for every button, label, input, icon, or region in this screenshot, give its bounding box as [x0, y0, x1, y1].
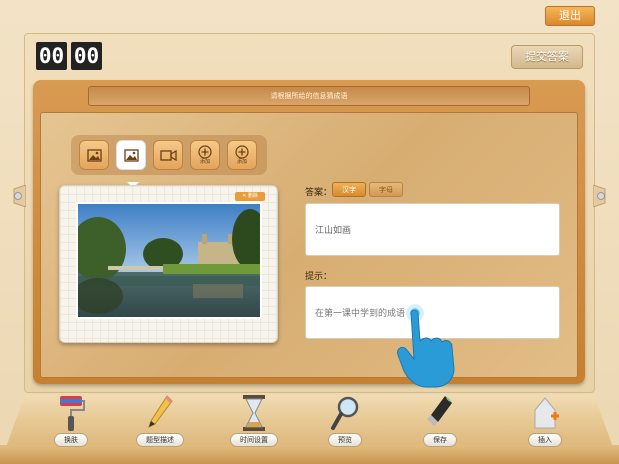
hourglass-icon: [243, 395, 265, 431]
paint-roller-icon: [60, 396, 85, 431]
media-toolbar: 添加 添加: [71, 135, 267, 175]
image-tool-button[interactable]: [79, 140, 109, 170]
video-icon: [159, 149, 177, 161]
delete-photo-button[interactable]: ✕ 删除: [235, 192, 265, 201]
answer-label: 答案：: [305, 188, 333, 198]
image-tool-button-active[interactable]: [116, 140, 146, 170]
insert-icon: [534, 397, 559, 429]
answer-input[interactable]: 江山如画: [305, 203, 560, 256]
delete-photo-label: 删除: [247, 193, 258, 199]
pencil-icon: [148, 395, 173, 428]
add-media-button-2[interactable]: 添加: [227, 140, 257, 170]
river-landscape-image: [78, 204, 260, 317]
photo-card: ✕ 删除: [59, 185, 278, 343]
skin-button[interactable]: 换肤: [36, 392, 106, 447]
preview-label: 预览: [328, 433, 362, 447]
question-panel: 添加 添加 ✕ 删除 答案： 汉字 字母 江山如画 提示： 在第一课中学到的成语: [40, 112, 578, 388]
insert-label: 插入: [528, 433, 562, 447]
touch-hand-icon: [397, 304, 455, 388]
right-frame-knob: [593, 185, 606, 207]
save-button[interactable]: 保存: [405, 392, 475, 447]
left-frame-knob: [13, 185, 26, 207]
hint-label: 提示：: [305, 272, 333, 282]
preview-button[interactable]: 预览: [310, 392, 380, 447]
timer: 00 00: [36, 42, 102, 70]
add-media-button[interactable]: 添加: [190, 140, 220, 170]
plus-circle-icon: [198, 145, 212, 159]
usb-drive-icon: [427, 396, 452, 426]
skin-button-label: 换肤: [54, 433, 88, 447]
magnifier-icon: [331, 396, 359, 430]
question-photo[interactable]: [76, 202, 262, 319]
submit-answer-button[interactable]: 提交答案: [511, 45, 583, 69]
add-media-label-2: 添加: [236, 159, 247, 165]
tab-pinyin[interactable]: 字母: [369, 182, 403, 197]
tab-chinese[interactable]: 汉字: [332, 182, 366, 197]
add-media-label: 添加: [199, 159, 210, 165]
plus-circle-icon: [235, 145, 249, 159]
question-prompt: 请根据所给的信息猜成语: [88, 86, 530, 106]
answer-type-tabs: 汉字 字母: [332, 182, 403, 197]
image-icon: [123, 148, 139, 162]
save-label: 保存: [423, 433, 457, 447]
question-frame: 请根据所给的信息猜成语 添加 添加 ✕ 删除 答案： 汉字 字母 江山如画 提示…: [33, 80, 585, 388]
question-type-button[interactable]: 题型描述: [125, 392, 195, 447]
timer-seconds: 00: [71, 42, 102, 70]
video-tool-button[interactable]: [153, 140, 183, 170]
time-settings-label: 时间设置: [230, 433, 278, 447]
time-settings-button[interactable]: 时间设置: [219, 392, 289, 447]
exit-button[interactable]: 退出: [545, 6, 595, 26]
timer-minutes: 00: [36, 42, 67, 70]
question-type-label: 题型描述: [136, 433, 184, 447]
shelf-edge: [0, 445, 619, 464]
insert-button[interactable]: 插入: [510, 392, 580, 447]
image-icon: [86, 148, 102, 162]
